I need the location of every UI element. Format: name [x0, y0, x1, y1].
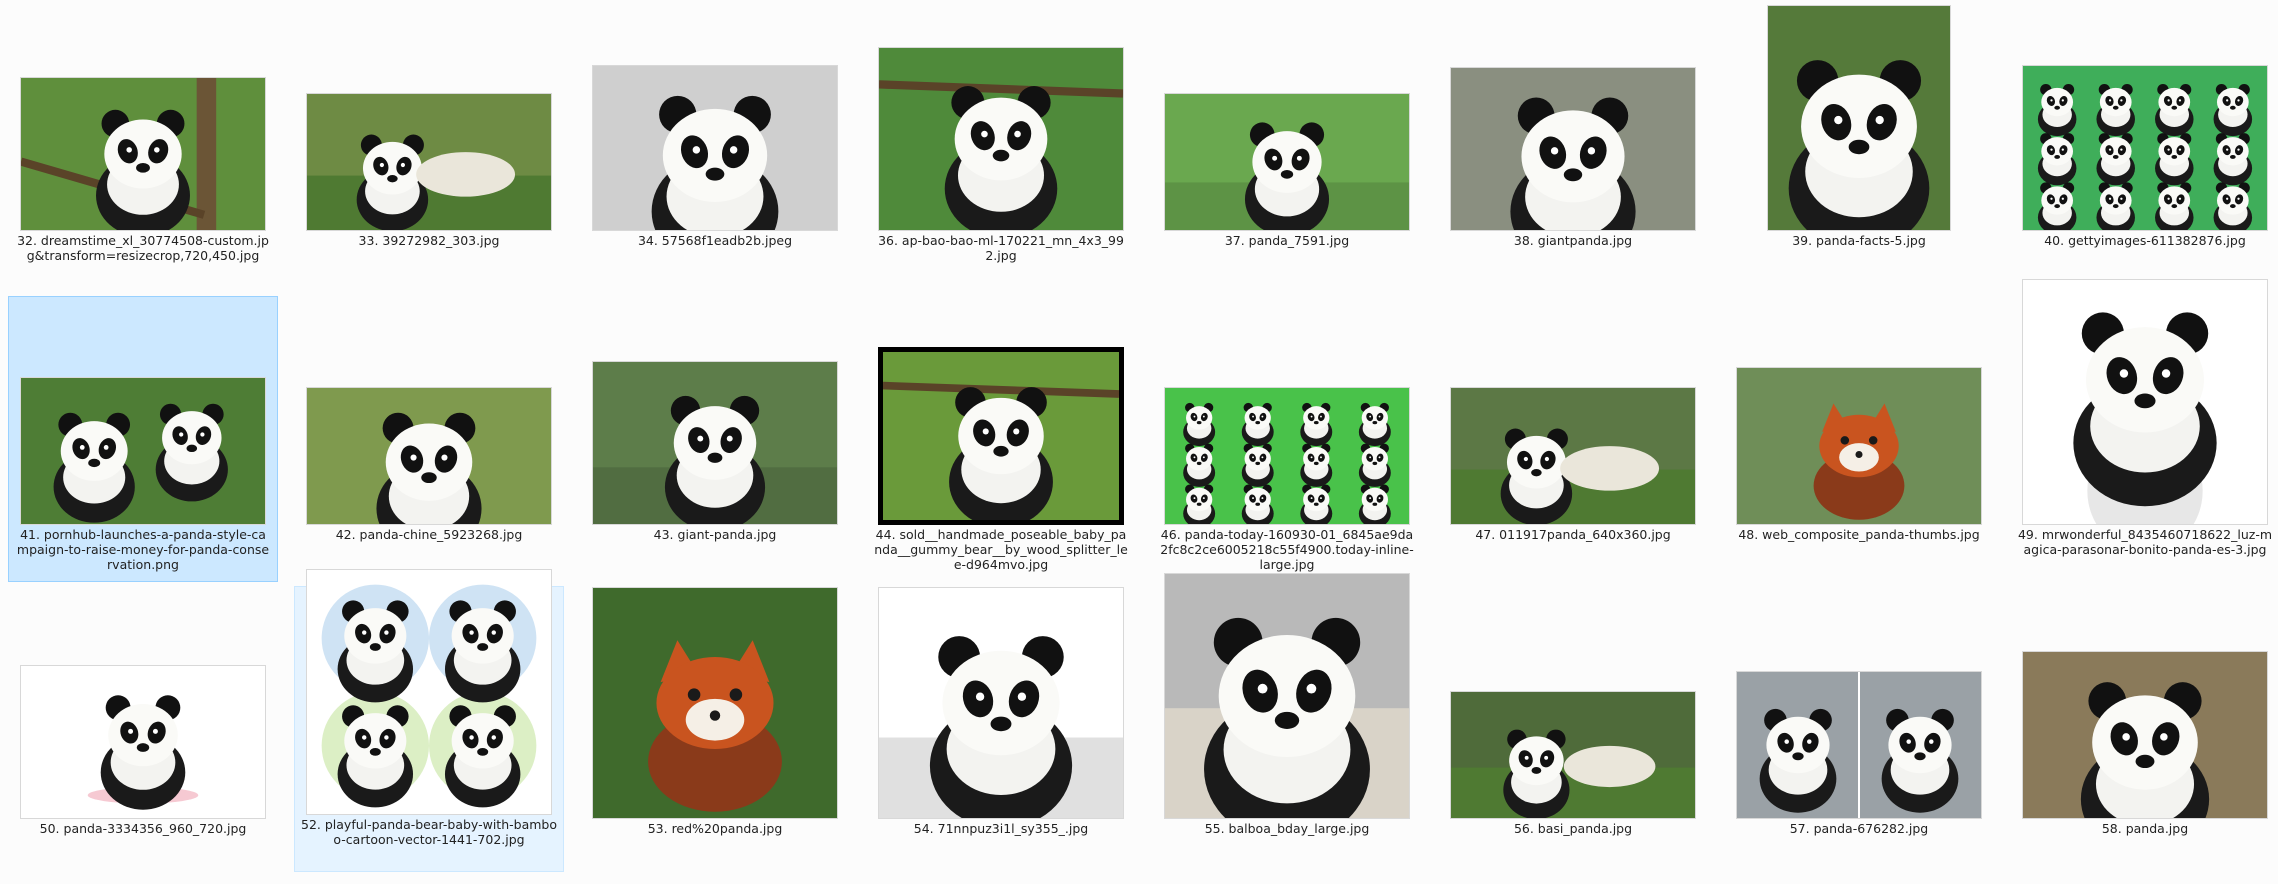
thumbnail-image: [20, 377, 266, 525]
file-item[interactable]: 32. dreamstime_xl_30774508-custom.jpg&tr…: [8, 2, 278, 288]
file-name: 44. sold__handmade_poseable_baby_panda__…: [874, 527, 1128, 572]
file-name: 33. 39272982_303.jpg: [358, 233, 500, 248]
thumbnail-image: [1736, 671, 1982, 819]
file-item[interactable]: 40. gettyimages-611382876.jpg: [2010, 2, 2278, 288]
file-item[interactable]: 56. basi_panda.jpg: [1438, 590, 1708, 876]
thumbnail-image: [878, 587, 1124, 819]
thumbnail-image: [20, 665, 266, 819]
file-name: 41. pornhub-launches-a-panda-style-campa…: [16, 527, 270, 572]
file-item[interactable]: 42. panda-chine_5923268.jpg: [294, 296, 564, 582]
thumbnail-image: [1164, 93, 1410, 231]
file-item[interactable]: 33. 39272982_303.jpg: [294, 2, 564, 288]
file-name: 58. panda.jpg: [2101, 821, 2189, 836]
file-name: 38. giantpanda.jpg: [1513, 233, 1633, 248]
file-name: 32. dreamstime_xl_30774508-custom.jpg&tr…: [17, 233, 269, 263]
thumbnail-image: [1164, 573, 1410, 819]
thumbnail-image: [1164, 387, 1410, 525]
file-item[interactable]: 54. 71nnpuz3i1l_sy355_.jpg: [866, 587, 1136, 876]
file-item-hovered[interactable]: 52. playful-panda-bear-baby-with-bamboo-…: [294, 569, 564, 872]
file-name: 54. 71nnpuz3i1l_sy355_.jpg: [913, 821, 1089, 836]
file-name: 40. gettyimages-611382876.jpg: [2044, 233, 2246, 248]
file-item[interactable]: 50. panda-3334356_960_720.jpg: [8, 590, 278, 876]
thumbnail-image: [306, 387, 552, 525]
thumbnail-image: [2022, 65, 2268, 231]
file-item[interactable]: 47. 011917panda_640x360.jpg: [1438, 296, 1708, 582]
file-name: 48. web_composite_panda-thumbs.jpg: [1738, 527, 1980, 542]
file-name: 37. panda_7591.jpg: [1224, 233, 1350, 248]
file-item[interactable]: 38. giantpanda.jpg: [1438, 2, 1708, 288]
thumbnail-image: [1736, 367, 1982, 525]
file-name: 56. basi_panda.jpg: [1513, 821, 1633, 836]
file-name: 49. mrwonderful_8435460718622_luz-magica…: [2017, 527, 2273, 557]
thumbnail-image: [20, 77, 266, 231]
thumbnail-image: [592, 65, 838, 231]
file-item[interactable]: 36. ap-bao-bao-ml-170221_mn_4x3_992.jpg: [866, 2, 1136, 288]
file-name: 36. ap-bao-bao-ml-170221_mn_4x3_992.jpg: [878, 233, 1124, 263]
thumbnail-image: [878, 347, 1124, 525]
file-name: 55. balboa_bday_large.jpg: [1204, 821, 1370, 836]
file-item[interactable]: 37. panda_7591.jpg: [1152, 2, 1422, 288]
file-item-selected[interactable]: 41. pornhub-launches-a-panda-style-campa…: [8, 296, 278, 582]
file-item[interactable]: 57. panda-676282.jpg: [1724, 590, 1994, 876]
file-item[interactable]: 46. panda-today-160930-01_6845ae9da2fc8c…: [1152, 296, 1422, 582]
thumbnail-image: [592, 361, 838, 525]
file-item[interactable]: 34. 57568f1eadb2b.jpeg: [580, 2, 850, 288]
file-name: 53. red%20panda.jpg: [647, 821, 783, 836]
file-name: 42. panda-chine_5923268.jpg: [335, 527, 523, 542]
thumbnail-image: [878, 47, 1124, 231]
thumbnail-image: [2022, 279, 2268, 525]
file-name: 34. 57568f1eadb2b.jpeg: [637, 233, 793, 248]
file-name: 39. panda-facts-5.jpg: [1792, 233, 1926, 248]
thumbnail-image: [1767, 5, 1951, 231]
file-item[interactable]: 44. sold__handmade_poseable_baby_panda__…: [866, 296, 1136, 582]
file-name: 47. 011917panda_640x360.jpg: [1475, 527, 1671, 542]
file-item[interactable]: 48. web_composite_panda-thumbs.jpg: [1724, 296, 1994, 582]
thumbnail-image: [306, 569, 552, 815]
file-name: 52. playful-panda-bear-baby-with-bamboo-…: [301, 817, 557, 847]
file-item[interactable]: 53. red%20panda.jpg: [580, 587, 850, 876]
file-name: 50. panda-3334356_960_720.jpg: [39, 821, 247, 836]
file-name: 43. giant-panda.jpg: [653, 527, 777, 542]
thumbnail-image: [1450, 67, 1696, 231]
file-item[interactable]: 49. mrwonderful_8435460718622_luz-magica…: [2010, 279, 2278, 582]
thumbnail-image: [1450, 387, 1696, 525]
file-grid: 32. dreamstime_xl_30774508-custom.jpg&tr…: [0, 0, 2278, 884]
file-item[interactable]: 43. giant-panda.jpg: [580, 296, 850, 582]
thumbnail-image: [306, 93, 552, 231]
thumbnail-image: [592, 587, 838, 819]
file-item[interactable]: 58. panda.jpg: [2010, 590, 2278, 876]
file-name: 46. panda-today-160930-01_6845ae9da2fc8c…: [1160, 527, 1414, 572]
thumbnail-image: [1450, 691, 1696, 819]
file-item[interactable]: 55. balboa_bday_large.jpg: [1152, 573, 1422, 876]
file-name: 57. panda-676282.jpg: [1789, 821, 1929, 836]
file-item[interactable]: 39. panda-facts-5.jpg: [1724, 2, 1994, 288]
thumbnail-image: [2022, 651, 2268, 819]
